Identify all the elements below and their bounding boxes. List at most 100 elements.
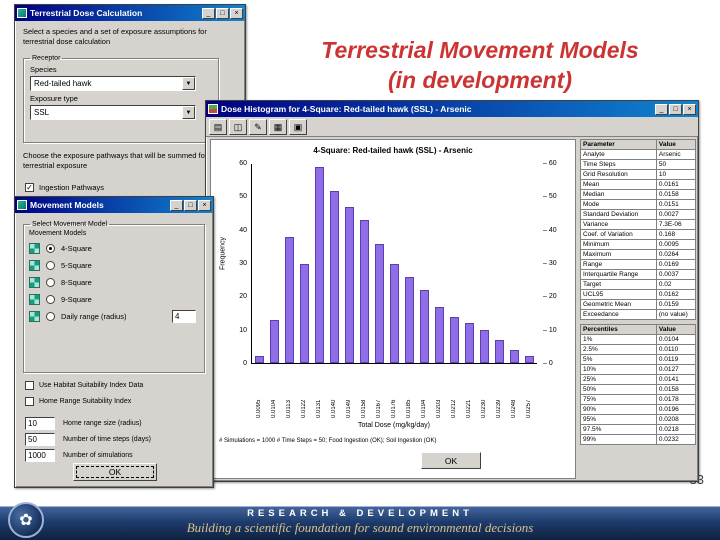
model-option-daily-range-radius-[interactable]: Daily range (radius) 4 bbox=[24, 308, 204, 325]
model-option-8-square[interactable]: 8-Square bbox=[24, 274, 204, 291]
x-tick-slot: 0.0158 bbox=[356, 366, 371, 418]
habitat-suitability-checkbox[interactable] bbox=[25, 381, 34, 390]
table-cell: 0.0161 bbox=[655, 179, 697, 190]
species-combobox[interactable]: Red-tailed hawk ▼ bbox=[30, 76, 196, 91]
table-cell: 0.0127 bbox=[655, 364, 697, 375]
habitat-suitability-row[interactable]: Use Habitat Suitability Index Data bbox=[25, 381, 143, 390]
histogram-bar bbox=[299, 263, 310, 363]
table-cell: Range bbox=[580, 259, 657, 270]
table-cell: 7.3E-06 bbox=[655, 219, 697, 230]
close-button[interactable]: × bbox=[198, 199, 211, 211]
histogram-toolbar: ▤ ◫ ✎ ▦ ▣ bbox=[206, 117, 698, 137]
daily-range-input[interactable]: 4 bbox=[172, 310, 196, 323]
table-cell: 0.168 bbox=[655, 229, 697, 240]
table-cell: Analyte bbox=[580, 149, 657, 160]
table-cell: 50 bbox=[655, 159, 697, 170]
radio-button[interactable] bbox=[46, 295, 55, 304]
y-tick-label: 50 bbox=[239, 193, 247, 201]
y-tick-label: 50 bbox=[543, 193, 557, 200]
window-title: Dose Histogram for 4-Square: Red-tailed … bbox=[221, 104, 472, 114]
window-buttons: _ □ × bbox=[170, 199, 211, 211]
table-icon[interactable]: ▦ bbox=[269, 118, 287, 135]
maximize-button[interactable]: □ bbox=[216, 7, 229, 19]
histogram-bar bbox=[374, 243, 385, 363]
field-input[interactable]: 1000 bbox=[25, 448, 55, 462]
chevron-down-icon[interactable]: ▼ bbox=[182, 106, 195, 119]
model-option-5-square[interactable]: 5-Square bbox=[24, 257, 204, 274]
bar-slot bbox=[402, 164, 417, 363]
exposure-type-combobox[interactable]: SSL ▼ bbox=[30, 105, 196, 120]
table-row: Exceedance (no value) bbox=[580, 309, 697, 320]
table-row: Mean 0.0161 bbox=[580, 179, 697, 190]
table-cell: 99% bbox=[580, 434, 657, 445]
maximize-button[interactable]: □ bbox=[184, 199, 197, 211]
histogram-bar bbox=[314, 167, 325, 363]
copy-icon[interactable]: ◫ bbox=[229, 118, 247, 135]
ingestion-pathways-checkbox[interactable]: ✓ bbox=[25, 183, 34, 192]
slide-title: Terrestrial Movement Models (in developm… bbox=[250, 36, 710, 96]
y-tick-label: 60 bbox=[239, 160, 247, 167]
table-cell: Time Steps bbox=[580, 159, 657, 170]
table-cell: Target bbox=[580, 279, 657, 290]
x-tick-slot: 0.0176 bbox=[386, 366, 401, 418]
radio-button[interactable] bbox=[46, 261, 55, 270]
y-tick-label: 40 bbox=[239, 226, 247, 234]
table-cell: 0.0158 bbox=[655, 189, 697, 200]
minimize-button[interactable]: _ bbox=[655, 103, 668, 115]
dose-titlebar[interactable]: Terrestrial Dose Calculation _ □ × bbox=[15, 5, 245, 21]
histogram-bar bbox=[404, 276, 415, 363]
table-cell: (no value) bbox=[655, 309, 697, 320]
table-row: Interquartile Range 0.0037 bbox=[580, 269, 697, 280]
table-cell: 2.5% bbox=[580, 344, 657, 355]
x-tick-label: 0.0122 bbox=[300, 399, 307, 418]
minimize-button[interactable]: _ bbox=[170, 199, 183, 211]
exposure-type-label: Exposure type bbox=[30, 94, 78, 103]
table-cell: Mean bbox=[580, 179, 657, 190]
save-icon[interactable]: ▣ bbox=[289, 118, 307, 135]
close-button[interactable]: × bbox=[230, 7, 243, 19]
header-row: Parameter Value bbox=[580, 139, 697, 150]
column-header: Percentiles bbox=[580, 324, 657, 335]
movement-titlebar[interactable]: Movement Models _ □ × bbox=[15, 197, 213, 213]
table-row: Mode 0.0151 bbox=[580, 199, 697, 210]
y-tick-label: 10 bbox=[239, 326, 247, 334]
x-tick-label: 0.0185 bbox=[405, 399, 412, 418]
y-tick-label: 20 bbox=[239, 293, 247, 301]
histogram-bar bbox=[329, 190, 340, 363]
print-icon[interactable]: ▤ bbox=[209, 118, 227, 135]
table-cell: 0.0104 bbox=[655, 334, 697, 345]
table-cell: 0.0178 bbox=[655, 394, 697, 405]
option-label: Daily range (radius) bbox=[61, 312, 127, 321]
home-range-index-row[interactable]: Home Range Suitability Index bbox=[25, 397, 131, 406]
home-range-index-checkbox[interactable] bbox=[25, 397, 34, 406]
radio-button[interactable] bbox=[46, 244, 55, 253]
maximize-button[interactable]: □ bbox=[669, 103, 682, 115]
movement-ok-button[interactable]: OK bbox=[73, 463, 157, 481]
movement-group-label: Select Movement Model bbox=[32, 221, 108, 228]
histogram-ok-button[interactable]: OK bbox=[421, 452, 481, 469]
x-tick-slot: 0.0113 bbox=[281, 366, 296, 418]
table-cell: Arsenic bbox=[655, 149, 697, 160]
x-tick-slot: 0.0104 bbox=[266, 366, 281, 418]
minimize-button[interactable]: _ bbox=[202, 7, 215, 19]
y-tick-label: 30 bbox=[543, 260, 557, 267]
ingestion-pathways-row[interactable]: ✓ Ingestion Pathways bbox=[25, 183, 104, 192]
histogram-titlebar[interactable]: Dose Histogram for 4-Square: Red-tailed … bbox=[206, 101, 698, 117]
radio-button[interactable] bbox=[46, 278, 55, 287]
movement-models-window: Movement Models _ □ × Select Movement Mo… bbox=[14, 196, 214, 488]
table-cell: 0.0232 bbox=[655, 434, 697, 445]
bar-slot bbox=[342, 164, 357, 363]
histogram-bar bbox=[344, 207, 355, 363]
field-input[interactable]: 10 bbox=[25, 416, 55, 430]
table-row: 25% 0.0141 bbox=[580, 374, 697, 385]
x-tick-slot: 0.0239 bbox=[492, 366, 507, 418]
edit-icon[interactable]: ✎ bbox=[249, 118, 267, 135]
grid-icon bbox=[29, 311, 40, 322]
field-input[interactable]: 50 bbox=[25, 432, 55, 446]
model-option-9-square[interactable]: 9-Square bbox=[24, 291, 204, 308]
model-option-4-square[interactable]: 4-Square bbox=[24, 240, 204, 257]
close-button[interactable]: × bbox=[683, 103, 696, 115]
chevron-down-icon[interactable]: ▼ bbox=[182, 77, 195, 90]
table-cell: 0.0141 bbox=[655, 374, 697, 385]
radio-button[interactable] bbox=[46, 312, 55, 321]
